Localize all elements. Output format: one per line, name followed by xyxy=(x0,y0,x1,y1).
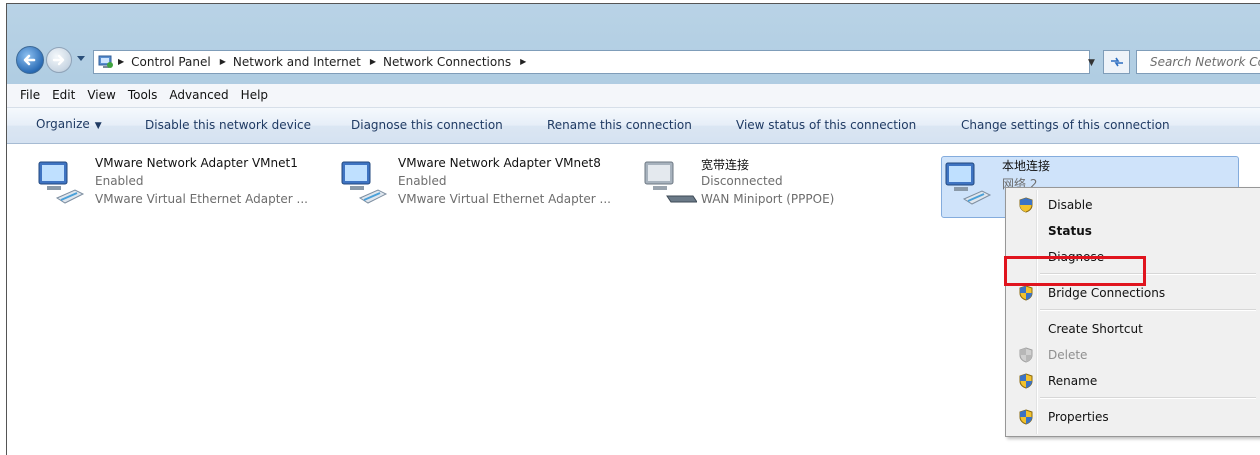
command-bar: Organize ▼ Disable this network device Di… xyxy=(7,108,1260,144)
menu-item-label: Rename xyxy=(1048,374,1098,388)
menu-item-diagnose[interactable]: Diagnose xyxy=(1008,245,1258,269)
address-bar-area: ▶ Control Panel ▶ Network and Internet ▶… xyxy=(7,4,1260,84)
connection-name: VMware Network Adapter VMnet8 xyxy=(398,156,601,170)
menu-item-label: Bridge Connections xyxy=(1048,286,1166,300)
menu-item-label: Diagnose xyxy=(1048,250,1105,264)
uac-shield-icon xyxy=(1019,347,1033,363)
menu-help[interactable]: Help xyxy=(235,84,274,107)
menu-item-label: Properties xyxy=(1048,410,1109,424)
menu-item-create-shortcut[interactable]: Create Shortcut xyxy=(1008,317,1258,341)
back-arrow-icon xyxy=(23,54,36,66)
address-field[interactable]: ▶ Control Panel ▶ Network and Internet ▶… xyxy=(93,50,1090,74)
organize-label: Organize xyxy=(36,117,90,131)
menu-item-properties[interactable]: Properties xyxy=(1008,405,1258,429)
uac-shield-icon xyxy=(1019,285,1033,301)
menu-item-disable[interactable]: Disable xyxy=(1008,193,1258,217)
breadcrumb-separator-icon[interactable]: ▶ xyxy=(520,51,526,73)
address-dropdown-icon[interactable]: ▼ xyxy=(1088,58,1095,68)
forward-arrow-icon xyxy=(52,54,65,66)
menu-separator xyxy=(1040,397,1256,399)
context-menu: Disable Status Diagnose Bridge Connectio… xyxy=(1005,187,1260,437)
breadcrumb-separator-icon[interactable]: ▶ xyxy=(370,51,376,73)
menu-separator xyxy=(1040,309,1256,311)
connection-device: WAN Miniport (PPPOE) xyxy=(701,192,835,206)
menu-item-bridge-connections[interactable]: Bridge Connections xyxy=(1008,281,1258,305)
menu-advanced[interactable]: Advanced xyxy=(163,84,234,107)
rename-button[interactable]: Rename this connection xyxy=(547,108,692,143)
breadcrumb-separator-icon[interactable]: ▶ xyxy=(220,51,226,73)
menu-edit[interactable]: Edit xyxy=(46,84,81,107)
breadcrumb-network-and-internet[interactable]: Network and Internet xyxy=(233,51,361,73)
menu-tools[interactable]: Tools xyxy=(122,84,164,107)
menu-item-rename[interactable]: Rename xyxy=(1008,369,1258,393)
connections-list: VMware Network Adapter VMnet1 Enabled VM… xyxy=(7,144,1260,455)
connection-status: Enabled xyxy=(95,174,144,188)
breadcrumb-separator-icon[interactable]: ▶ xyxy=(118,51,124,73)
uac-shield-icon xyxy=(1019,409,1033,425)
diagnose-button[interactable]: Diagnose this connection xyxy=(351,108,503,143)
organize-button[interactable]: Organize ▼ xyxy=(36,107,102,144)
menu-bar: File Edit View Tools Advanced Help xyxy=(7,84,1260,108)
breadcrumb: ▶ Control Panel ▶ Network and Internet ▶… xyxy=(118,51,533,73)
recent-pages-dropdown-icon[interactable] xyxy=(77,55,86,63)
control-panel-icon xyxy=(98,55,113,68)
connection-name: 宽带连接 xyxy=(701,158,750,172)
refresh-icon xyxy=(1110,57,1123,67)
breadcrumb-network-connections[interactable]: Network Connections xyxy=(383,51,511,73)
network-adapter-icon xyxy=(341,161,388,204)
menu-file[interactable]: File xyxy=(7,84,46,107)
connection-name: 本地连接 xyxy=(1002,159,1051,173)
connection-status: Disconnected xyxy=(701,174,783,188)
uac-shield-icon xyxy=(1019,197,1033,213)
connection-device: VMware Virtual Ethernet Adapter ... xyxy=(95,192,308,206)
menu-item-label: Create Shortcut xyxy=(1048,322,1143,336)
chevron-down-icon: ▼ xyxy=(94,121,102,131)
network-adapter-icon xyxy=(38,161,85,204)
view-status-button[interactable]: View status of this connection xyxy=(736,108,916,143)
connection-item[interactable]: VMware Network Adapter VMnet8 Enabled VM… xyxy=(338,156,628,216)
menu-item-label: Status xyxy=(1048,224,1092,238)
search-input[interactable]: Search Network Connections xyxy=(1136,50,1260,74)
menu-item-label: Disable xyxy=(1048,198,1093,212)
connection-name: VMware Network Adapter VMnet1 xyxy=(95,156,298,170)
menu-item-label: Delete xyxy=(1048,348,1088,362)
change-settings-button[interactable]: Change settings of this connection xyxy=(961,108,1170,143)
uac-shield-icon xyxy=(1019,373,1033,389)
menu-separator xyxy=(1040,273,1256,275)
menu-item-status[interactable]: Status xyxy=(1008,219,1258,243)
disable-device-button[interactable]: Disable this network device xyxy=(145,108,311,143)
menu-item-delete[interactable]: Delete xyxy=(1008,343,1258,367)
connection-item[interactable]: VMware Network Adapter VMnet1 Enabled VM… xyxy=(35,156,325,216)
broadband-modem-icon xyxy=(644,161,697,203)
forward-button[interactable] xyxy=(46,47,72,73)
breadcrumb-control-panel[interactable]: Control Panel xyxy=(131,51,211,73)
refresh-button[interactable] xyxy=(1103,50,1130,74)
connection-device: VMware Virtual Ethernet Adapter ... xyxy=(398,192,611,206)
explorer-window: ▶ Control Panel ▶ Network and Internet ▶… xyxy=(6,3,1260,455)
connection-item[interactable]: 宽带连接 Disconnected WAN Miniport (PPPOE) xyxy=(641,156,901,216)
network-adapter-icon xyxy=(945,162,992,205)
connection-status: Enabled xyxy=(398,174,447,188)
menu-view[interactable]: View xyxy=(81,84,121,107)
back-button[interactable] xyxy=(16,46,44,74)
